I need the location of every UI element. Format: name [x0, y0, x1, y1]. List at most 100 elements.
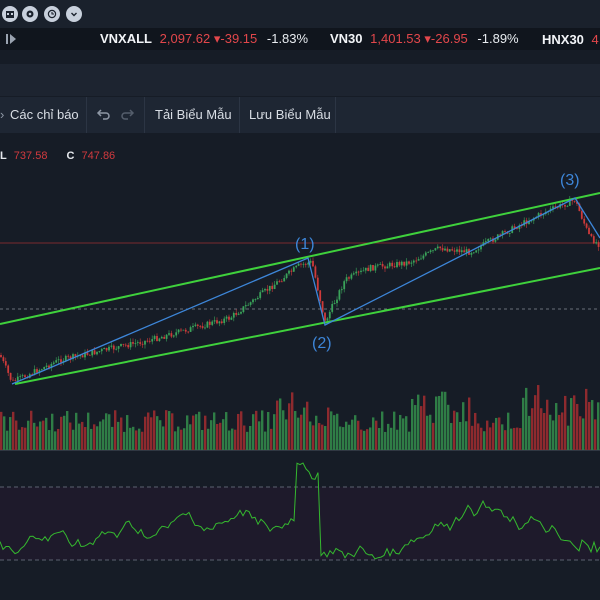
candle-body	[427, 251, 430, 253]
volume-bar	[300, 414, 303, 450]
candle-body	[391, 262, 394, 267]
candle-body	[278, 281, 281, 283]
candle-body	[134, 342, 137, 344]
volume-bar	[96, 426, 99, 450]
elliott-wave-path[interactable]	[11, 197, 600, 385]
candle-body	[2, 357, 5, 362]
candle-body	[168, 333, 170, 335]
candle-body	[127, 345, 130, 348]
candle-body	[312, 260, 314, 267]
volume-bar	[306, 401, 309, 450]
volume-bar	[525, 387, 528, 450]
candle-body	[396, 262, 398, 268]
candle-body	[91, 350, 94, 356]
candle-body	[244, 305, 247, 307]
candle-body	[105, 347, 108, 351]
volume-bar	[294, 411, 297, 450]
candle-body	[355, 271, 358, 274]
candle-body	[160, 336, 163, 339]
candle-body	[592, 236, 595, 244]
volume-bar	[345, 421, 348, 450]
volume-bar	[279, 398, 282, 450]
candle-body	[400, 261, 403, 266]
candle-body	[314, 266, 317, 278]
candle-body	[112, 345, 115, 350]
volume-bar	[273, 414, 276, 450]
volume-bar	[348, 424, 351, 450]
volume-bar	[69, 422, 72, 450]
candle-body	[451, 249, 454, 251]
volume-bar	[144, 416, 147, 450]
volume-bar	[33, 422, 36, 450]
candle-body	[122, 343, 125, 345]
volume-bar	[588, 401, 591, 450]
candle-body	[177, 329, 180, 333]
volume-bar	[90, 428, 93, 450]
volume-bar	[45, 417, 48, 450]
candle-body	[98, 351, 101, 352]
candle-body	[424, 252, 427, 256]
volume-bar	[6, 430, 9, 450]
wave-label-3: (3)	[560, 172, 580, 189]
volume-bar	[558, 414, 561, 450]
candle-body	[110, 345, 113, 347]
volume-bar	[240, 411, 243, 450]
candle-body	[252, 299, 254, 303]
candle-body	[9, 372, 12, 380]
candle-body	[324, 312, 326, 321]
volume-bar	[510, 428, 513, 450]
candle-body	[273, 284, 276, 290]
volume-bar	[252, 414, 255, 450]
volume-bar	[216, 423, 219, 450]
candle-body	[472, 252, 475, 254]
volume-bar	[474, 412, 477, 450]
volume-bar	[537, 385, 540, 450]
candle-body	[309, 260, 312, 263]
candle-body	[100, 349, 103, 352]
volume-bar	[225, 412, 228, 450]
volume-bar	[150, 417, 153, 450]
candle-body	[588, 227, 590, 235]
volume-bar	[585, 388, 588, 450]
volume-bar	[126, 415, 129, 450]
volume-bar	[57, 428, 60, 450]
candle-body	[436, 246, 439, 249]
candle-body	[139, 342, 142, 344]
candle-body	[379, 264, 382, 265]
candle-body	[422, 255, 425, 259]
candle-body	[590, 234, 593, 237]
candle-body	[189, 327, 192, 332]
candle-body	[232, 312, 235, 318]
candle-body	[381, 264, 384, 267]
volume-bar	[381, 411, 384, 450]
candle-body	[408, 261, 410, 264]
volume-bar	[402, 418, 405, 450]
volume-bar	[75, 412, 78, 450]
volume-bar	[3, 416, 6, 450]
candle-body	[81, 355, 84, 358]
volume-bar	[9, 417, 12, 450]
volume-bar	[159, 420, 162, 450]
candle-body	[487, 239, 490, 242]
channel-upper-line[interactable]	[0, 192, 600, 325]
candle-body	[182, 329, 185, 331]
volume-bar	[309, 421, 312, 450]
candle-body	[19, 375, 22, 377]
candle-body	[40, 369, 43, 371]
volume-bar	[246, 431, 249, 450]
candle-body	[230, 317, 233, 320]
candle-body	[36, 369, 38, 373]
volume-bar	[447, 404, 450, 450]
volume-bar	[123, 431, 126, 450]
price-chart[interactable]	[0, 0, 600, 600]
volume-bar	[174, 431, 177, 450]
volume-bar	[48, 430, 51, 450]
candle-body	[393, 266, 396, 268]
candle-body	[237, 313, 240, 315]
candle-body	[201, 326, 204, 328]
volume-bar	[168, 411, 171, 450]
candle-body	[432, 250, 434, 252]
volume-bar	[597, 402, 600, 450]
channel-lower-line[interactable]	[14, 267, 600, 385]
candle-body	[345, 277, 348, 282]
